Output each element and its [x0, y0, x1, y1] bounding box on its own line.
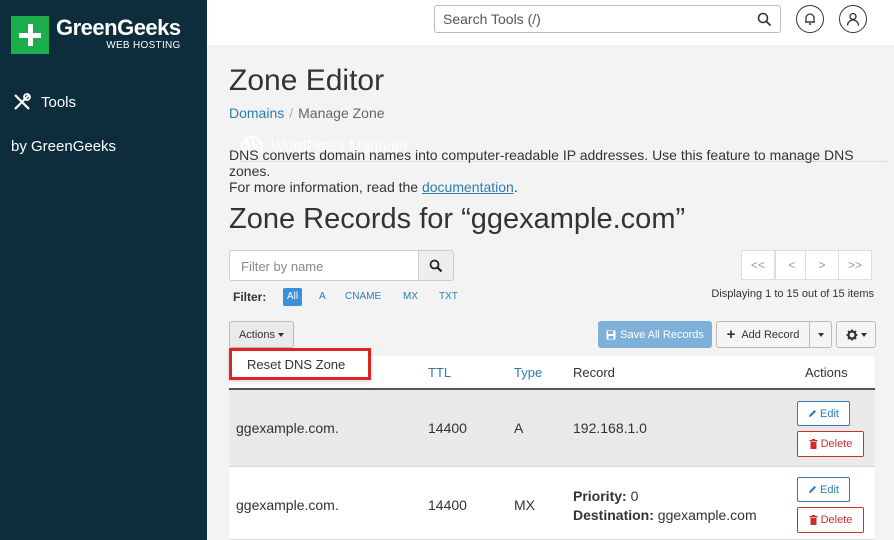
pencil-icon	[809, 486, 817, 493]
destination-label: Destination:	[573, 507, 654, 523]
page-title: Zone Editor	[229, 64, 385, 97]
delete-button[interactable]: Delete	[797, 431, 864, 457]
pagination-first[interactable]: <<	[741, 250, 775, 280]
description-line: For more information, read the	[229, 179, 422, 195]
column-header-record: Record	[573, 365, 615, 380]
record-name: ggexample.com.	[236, 420, 339, 436]
record-type: MX	[514, 497, 535, 513]
caret-down-icon	[817, 332, 824, 337]
column-header-ttl[interactable]: TTL	[428, 365, 451, 380]
plus-icon: +	[726, 325, 736, 343]
filter-tag-cname[interactable]: CNAME	[341, 288, 385, 306]
edit-label: Edit	[820, 483, 839, 496]
page-description: DNS converts domain names into computer-…	[229, 147, 879, 195]
breadcrumb-current: Manage Zone	[298, 105, 385, 121]
search-icon[interactable]	[757, 12, 772, 27]
plus-logo-icon	[11, 16, 49, 54]
pagination-last[interactable]: >>	[838, 250, 872, 280]
user-account-icon[interactable]	[839, 5, 867, 33]
breadcrumb: Domains / Manage Zone	[229, 105, 385, 121]
trash-icon	[809, 515, 818, 525]
logo-subtitle: WEB HOSTING	[106, 40, 181, 51]
documentation-link[interactable]: documentation	[422, 179, 514, 195]
description-line: DNS converts domain names into computer-…	[229, 147, 854, 179]
save-icon	[606, 330, 616, 339]
delete-button[interactable]: Delete	[797, 507, 864, 533]
table-row: ggexample.com. 14400 A 192.168.1.0 Edit …	[229, 390, 875, 467]
save-label: Save All Records	[620, 328, 704, 341]
caret-down-icon	[278, 332, 285, 337]
actions-label: Actions	[238, 328, 276, 341]
sidebar-item-sublabel: by GreenGeeks	[11, 138, 117, 155]
tools-icon	[14, 93, 31, 110]
table-row: ggexample.com. 14400 MX Priority: 0 Dest…	[229, 467, 875, 540]
pencil-icon	[809, 410, 817, 417]
filter-placeholder: Filter by name	[241, 259, 324, 274]
pagination-next[interactable]: >	[805, 250, 839, 280]
trash-icon	[809, 439, 818, 449]
add-record-label: Add Record	[741, 328, 800, 341]
add-record-options-button[interactable]	[809, 321, 832, 348]
caret-down-icon	[860, 332, 867, 337]
actions-dropdown-button[interactable]: Actions	[229, 321, 294, 348]
actions-dropdown-menu: Reset DNS Zone	[229, 348, 371, 380]
search-icon	[429, 259, 443, 272]
search-input[interactable]: Search Tools (/)	[434, 5, 781, 33]
notifications-bell-icon[interactable]	[796, 5, 824, 33]
search-placeholder: Search Tools (/)	[443, 11, 541, 27]
record-ttl: 14400	[428, 420, 467, 436]
delete-label: Delete	[820, 438, 853, 450]
greengeeks-logo[interactable]: GreenGeeks WEB HOSTING	[11, 16, 181, 54]
record-ttl: 14400	[428, 497, 467, 513]
filter-tag-a[interactable]: A	[315, 288, 330, 306]
filter-search-button[interactable]	[418, 250, 454, 281]
settings-dropdown-button[interactable]	[836, 321, 876, 348]
edit-button[interactable]: Edit	[797, 477, 850, 502]
record-value: Priority: 0 Destination: ggexample.com	[573, 487, 757, 525]
breadcrumb-link-domains[interactable]: Domains	[229, 105, 284, 121]
description-period: .	[513, 179, 518, 195]
record-name: ggexample.com.	[236, 497, 339, 513]
column-header-type[interactable]: Type	[514, 365, 542, 380]
add-record-button[interactable]: + Add Record	[716, 321, 810, 348]
destination-value: ggexample.com	[657, 507, 757, 523]
items-count: Displaying 1 to 15 out of 15 items	[711, 288, 874, 300]
sidebar-item-tools[interactable]: Tools	[12, 92, 76, 112]
record-type: A	[514, 420, 524, 436]
filter-tag-all[interactable]: All	[283, 288, 303, 306]
save-all-records-button[interactable]: Save All Records	[598, 321, 712, 348]
sidebar-item-label: Tools	[41, 93, 77, 111]
priority-label: Priority:	[573, 488, 627, 504]
filter-tag-mx[interactable]: MX	[399, 288, 422, 306]
sidebar: GreenGeeks WEB HOSTING Tools W WordPress…	[0, 0, 887, 540]
logo-name: GreenGeeks	[56, 15, 181, 40]
column-header-actions: Actions	[805, 365, 848, 380]
filter-label: Filter:	[233, 290, 267, 304]
zone-records-heading: Zone Records for “ggexample.com”	[229, 203, 686, 235]
edit-button[interactable]: Edit	[797, 401, 850, 426]
record-value: 192.168.1.0	[573, 420, 647, 436]
top-bar: Search Tools (/)	[207, 0, 894, 45]
filter-tag-txt[interactable]: TXT	[435, 288, 462, 306]
delete-label: Delete	[820, 514, 853, 526]
edit-label: Edit	[820, 407, 839, 420]
priority-value: 0	[630, 488, 639, 504]
pagination-prev[interactable]: <	[775, 250, 809, 280]
gear-icon	[846, 329, 857, 340]
sidebar-item-wordpress-manager[interactable]: W WordPress Manager by GreenGeeks	[11, 133, 887, 162]
breadcrumb-separator: /	[289, 105, 294, 121]
filter-by-name-input[interactable]: Filter by name	[229, 250, 419, 281]
reset-dns-zone-menu-item[interactable]: Reset DNS Zone	[247, 357, 345, 372]
